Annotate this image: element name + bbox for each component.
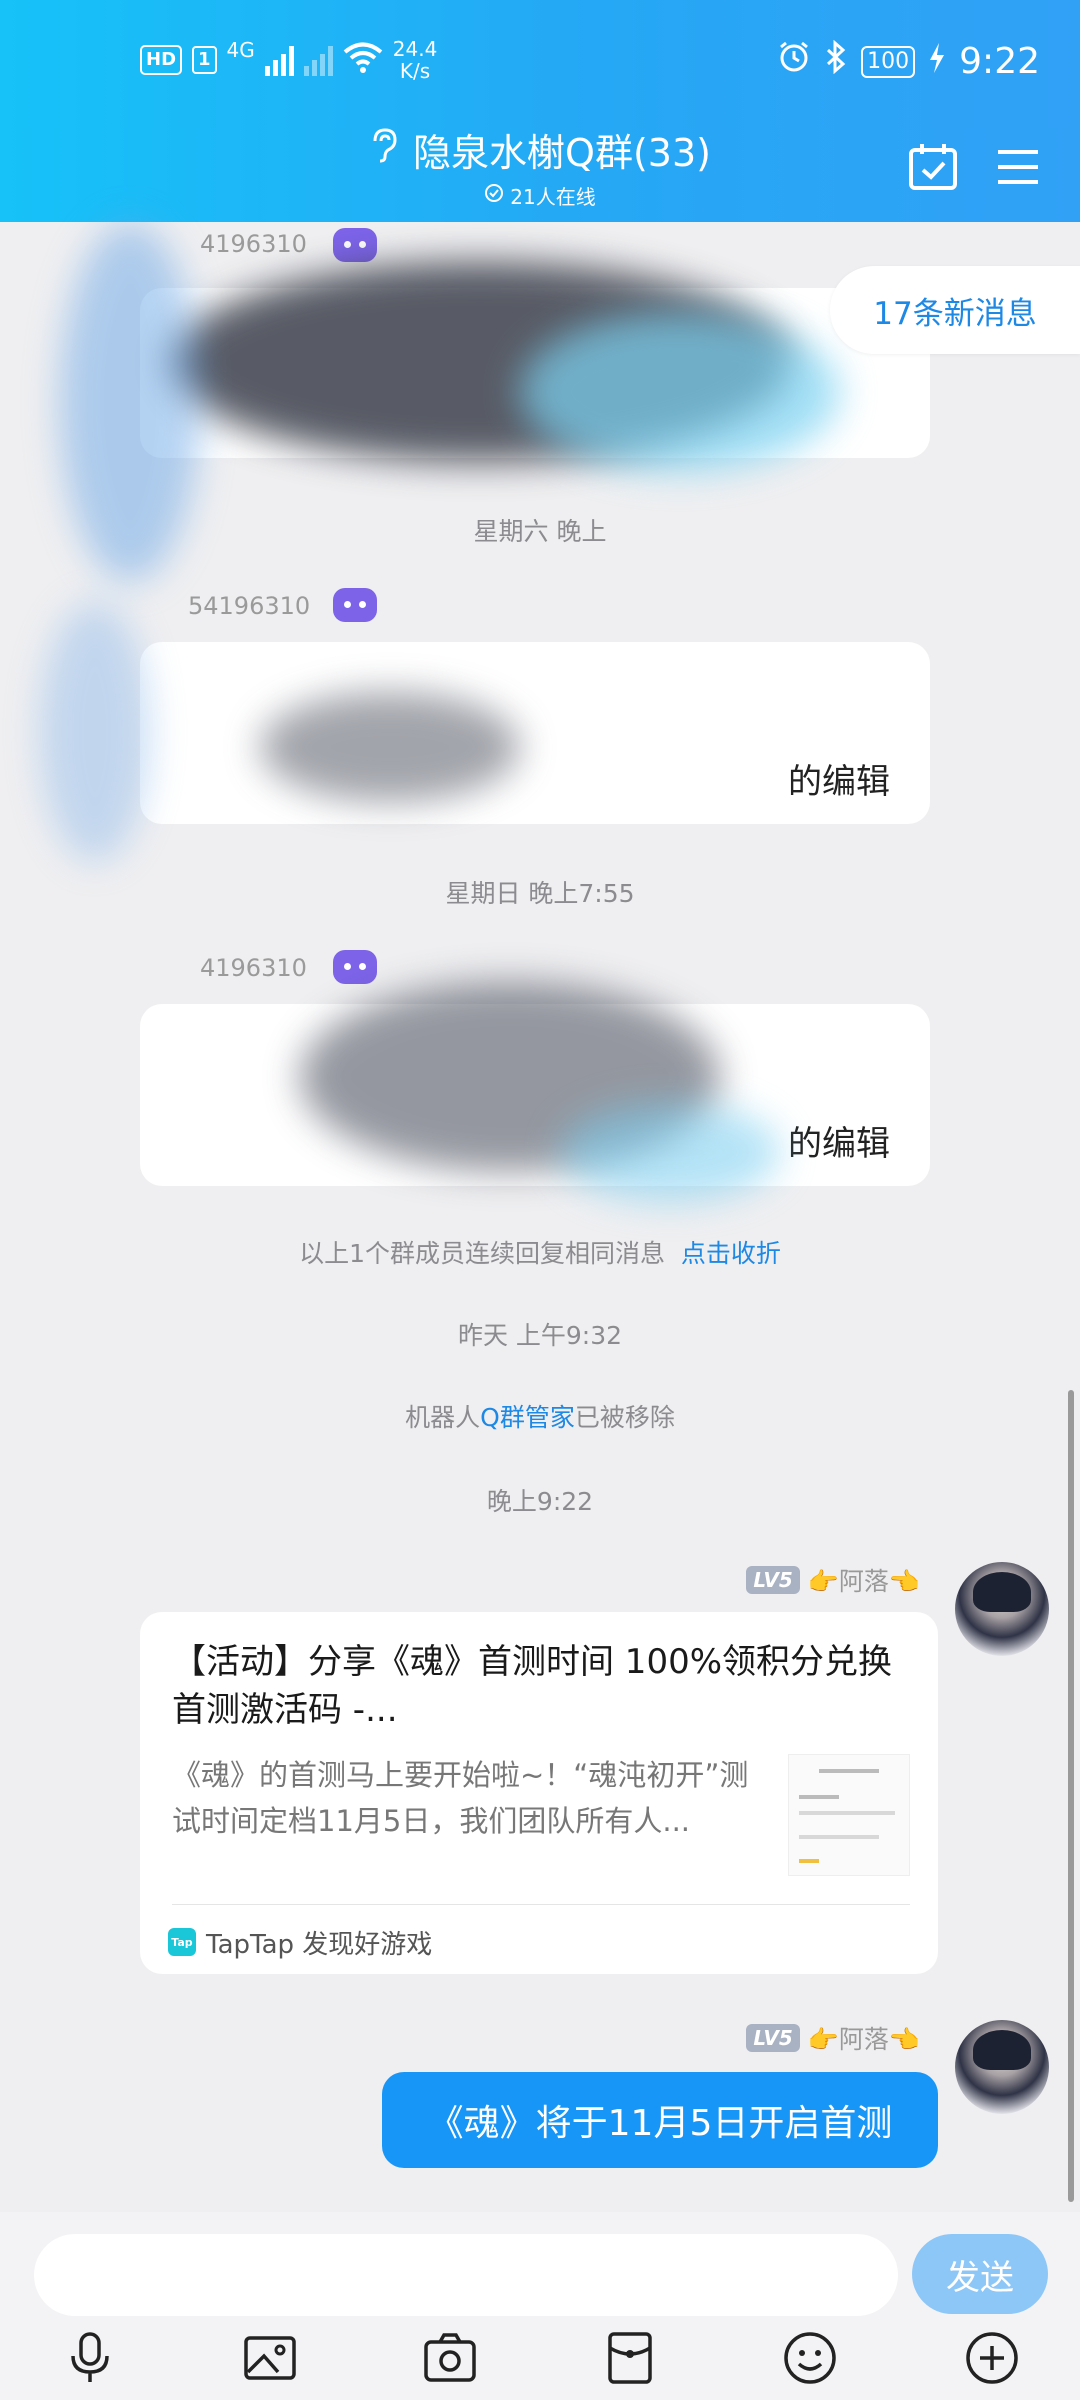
- image-icon[interactable]: [240, 2328, 300, 2388]
- charging-icon: [929, 41, 945, 82]
- status-left: HD 1 4G 24.4 K/s: [140, 38, 437, 82]
- timestamp: 星期日 晚上7:55: [445, 879, 635, 908]
- bot-badge-icon: [333, 588, 377, 622]
- sender-name[interactable]: 👉阿落👈: [808, 1562, 920, 1598]
- signal-icon: [264, 44, 294, 76]
- card-source: Tap TapTap 发现好游戏: [168, 1912, 432, 1972]
- ear-icon[interactable]: [369, 127, 399, 172]
- taptap-logo-icon: Tap: [168, 1928, 196, 1956]
- message-tail-text: 的编辑: [788, 1124, 890, 1164]
- hd-badge: HD: [140, 45, 183, 75]
- status-right: 100 9:22: [777, 39, 1040, 83]
- message-tail-text: 的编辑: [788, 762, 890, 802]
- my-message-bubble[interactable]: 《魂》将于11月5日开启首测: [382, 2072, 938, 2168]
- redaction-smear: [40, 602, 150, 862]
- card-divider: [172, 1904, 910, 1905]
- removed-suffix: 已被移除: [574, 1403, 675, 1432]
- clock-time: 9:22: [959, 41, 1040, 82]
- speed-unit: K/s: [399, 59, 431, 83]
- removed-bot-link[interactable]: Q群管家: [480, 1403, 575, 1432]
- avatar[interactable]: [955, 2020, 1049, 2114]
- timestamp: 昨天 上午9:32: [457, 1321, 623, 1350]
- redaction-smear: [520, 312, 840, 472]
- bot-badge-icon: [333, 950, 377, 984]
- status-bar: HD 1 4G 24.4 K/s 100 9:22: [0, 0, 1080, 130]
- level-badge: LV5: [746, 1566, 800, 1594]
- checkin-calendar-icon[interactable]: [906, 140, 960, 194]
- bot-message-bubble[interactable]: 的编辑: [140, 642, 930, 824]
- sender-id: 4196310: [200, 954, 307, 982]
- card-description: 《魂》的首测马上要开始啦~！“魂沌初开”测试时间定档11月5日，我们团队所有人.…: [172, 1758, 749, 1838]
- sim-badge: 1: [192, 46, 217, 74]
- message-input[interactable]: [34, 2234, 898, 2316]
- collapse-text: 以上1个群成员连续回复相同消息: [299, 1239, 665, 1268]
- redaction-smear: [260, 692, 520, 802]
- redaction-smear: [560, 1102, 780, 1202]
- emoji-icon[interactable]: [780, 2328, 840, 2388]
- network-type: 4G: [226, 38, 255, 62]
- message-list[interactable]: 4196310 星期六 晚上 54196310 的编辑 星期日 晚上7:55 4…: [0, 222, 1080, 2212]
- card-title: 【活动】分享《魂》首测时间 100%领积分兑换首测激活码 -...: [172, 1642, 893, 1730]
- camera-icon[interactable]: [420, 2328, 480, 2388]
- sender-info: LV5 👉阿落👈: [746, 1562, 920, 1598]
- plus-icon[interactable]: [962, 2328, 1022, 2388]
- collapse-notice: 以上1个群成员连续回复相同消息 点击收折: [0, 1234, 1080, 1270]
- bot-removed-notice: 机器人Q群管家已被移除: [0, 1398, 1080, 1434]
- removed-prefix: 机器人: [405, 1403, 481, 1432]
- menu-icon[interactable]: [994, 140, 1048, 194]
- sender-name[interactable]: 👉阿落👈: [808, 2020, 920, 2056]
- timestamp: 晚上9:22: [486, 1487, 594, 1516]
- timestamp: 星期六 晚上: [473, 517, 607, 546]
- sender-id: 4196310: [200, 230, 307, 258]
- group-title: 隐泉水榭Q群(33): [413, 131, 711, 175]
- red-packet-icon[interactable]: [600, 2328, 660, 2388]
- bluetooth-icon: [825, 39, 847, 83]
- shared-link-card[interactable]: 【活动】分享《魂》首测时间 100%领积分兑换首测激活码 -... 《魂》的首测…: [140, 1612, 938, 1974]
- chat-header: HD 1 4G 24.4 K/s 100 9:22 隐泉水榭Q群(33) 21人…: [0, 0, 1080, 222]
- speed-value: 24.4: [392, 37, 438, 61]
- new-messages-pill[interactable]: 17条新消息: [830, 266, 1080, 354]
- send-button[interactable]: 发送: [912, 2234, 1048, 2314]
- network-speed: 24.4 K/s: [393, 38, 438, 82]
- signal-2-icon: [303, 44, 333, 76]
- input-bar: 发送: [0, 2212, 1080, 2400]
- verified-check-icon: [484, 183, 504, 208]
- sender-info: LV5 👉阿落👈: [746, 2020, 920, 2056]
- level-badge: LV5: [746, 2024, 800, 2052]
- online-count: 21人在线: [510, 185, 596, 209]
- avatar[interactable]: [955, 1562, 1049, 1656]
- battery-indicator: 100: [861, 45, 916, 78]
- collapse-link[interactable]: 点击收折: [681, 1239, 781, 1268]
- group-title-row[interactable]: 隐泉水榭Q群(33): [369, 122, 711, 177]
- mic-icon[interactable]: [60, 2328, 120, 2388]
- sender-id: 54196310: [188, 592, 311, 620]
- wifi-icon: [343, 41, 383, 79]
- card-source-label: TapTap 发现好游戏: [206, 1929, 433, 1960]
- card-thumbnail: [788, 1754, 910, 1876]
- alarm-icon: [777, 40, 811, 83]
- bot-badge-icon: [333, 228, 377, 262]
- toolbar: [0, 2328, 1080, 2388]
- scrollbar[interactable]: [1068, 1390, 1074, 2202]
